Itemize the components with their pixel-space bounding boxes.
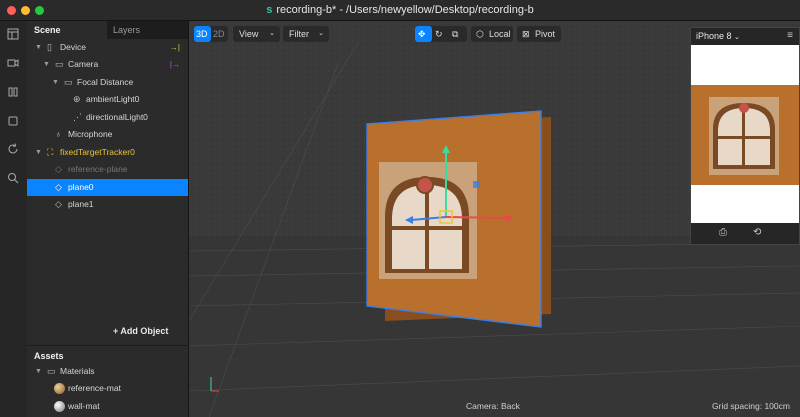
tree-item-microphone[interactable]: ♁ Microphone <box>27 126 188 143</box>
pivot-icon: ⊠ <box>522 29 530 39</box>
asset-label: reference-mat <box>68 383 121 393</box>
tree-item-label: plane0 <box>68 182 94 192</box>
chevron-down-icon: ⌄ <box>269 30 275 37</box>
mode-3d-button[interactable]: 3D <box>194 26 211 42</box>
asset-item-wall-mat[interactable]: wall-mat <box>27 398 188 415</box>
bars-icon[interactable] <box>6 86 20 100</box>
material-thumbnail <box>54 383 65 394</box>
grid-status: Grid spacing: 100cm <box>712 401 790 411</box>
assets-header: Assets <box>27 345 188 364</box>
device-screen <box>691 45 799 223</box>
cube-icon: ⬡ <box>476 29 484 39</box>
window-title: s recording-b* - /Users/newyellow/Desktop… <box>266 4 534 16</box>
preview-header: iPhone 8 ⌄ ≡ <box>691 28 799 45</box>
phone-icon: ▯ <box>47 42 52 52</box>
scene-panel-tabs: Scene Layers <box>27 21 188 39</box>
folder-label: Materials <box>60 366 95 376</box>
chevron-down-icon[interactable]: ▼ <box>35 39 42 56</box>
camera-status: Camera: Back <box>466 401 520 411</box>
move-tool-icon[interactable]: ✥ <box>415 26 432 42</box>
menu-icon[interactable]: ≡ <box>787 30 793 41</box>
assets-title: Assets <box>34 351 64 361</box>
chevron-down-icon[interactable]: ▼ <box>43 56 50 73</box>
tree-item-fixedtargettracker0[interactable]: ▼ ⛶ fixedTargetTracker0 <box>27 144 188 161</box>
transform-tools: ✥ ↻ ⧉ <box>415 26 467 42</box>
focal-icon: ▭ <box>64 77 73 87</box>
tracker-icon: ⛶ <box>47 147 54 157</box>
chevron-down-icon: ⌄ <box>318 30 324 37</box>
square-icon[interactable] <box>6 115 20 129</box>
refresh-icon[interactable] <box>6 143 20 157</box>
dimension-toggle: 3D 2D <box>194 26 228 42</box>
tree-item-focal-distance[interactable]: ▼ ▭ Focal Distance <box>27 74 188 91</box>
tab-scene[interactable]: Scene <box>34 25 61 35</box>
tree-item-label: Camera <box>68 59 99 69</box>
tool-rail <box>0 21 28 417</box>
pivot-label: Pivot <box>535 29 556 39</box>
folder-icon: ▭ <box>47 366 56 376</box>
preview-render <box>691 85 799 185</box>
tree-item-label: directionalLight0 <box>86 112 148 122</box>
chevron-down-icon[interactable]: ▼ <box>35 144 42 161</box>
tab-layers[interactable]: Layers <box>107 21 188 39</box>
camera-link-icon: |→ <box>169 60 180 69</box>
camera-icon: ▭ <box>55 59 64 69</box>
chevron-down-icon[interactable]: ▼ <box>52 74 59 91</box>
device-preview-panel: iPhone 8 ⌄ ≡ ⎙ ⟲ <box>690 27 800 245</box>
plane-icon: ◇ <box>55 164 62 174</box>
asset-item-reference-mat[interactable]: reference-mat <box>27 380 188 397</box>
globe-icon: ⊕ <box>73 94 81 104</box>
plane-icon: ◇ <box>55 199 62 209</box>
asset-label: wall-mat <box>68 401 100 411</box>
pivot-toggle[interactable]: ⊠ Pivot <box>517 26 561 42</box>
filter-dropdown-label: Filter <box>289 29 309 39</box>
tree-item-label: fixedTargetTracker0 <box>60 147 135 157</box>
add-object-button[interactable]: + Add Object <box>113 326 168 336</box>
plane-icon: ◇ <box>55 182 62 192</box>
chevron-down-icon: ⌄ <box>734 34 740 41</box>
tree-item-label: plane1 <box>68 199 94 209</box>
device-dropdown[interactable]: iPhone 8 ⌄ <box>696 31 740 41</box>
tree-item-label: Microphone <box>68 129 113 139</box>
capture-icon[interactable]: ⎙ <box>719 227 727 238</box>
title-bar: s recording-b* - /Users/newyellow/Desktop… <box>0 0 800 21</box>
tree-item-plane1[interactable]: ◇ plane1 <box>27 196 188 213</box>
filter-dropdown[interactable]: Filter ⌄ <box>283 26 329 42</box>
tree-item-label: Focal Distance <box>77 77 134 87</box>
rotate-tool-icon[interactable]: ↻ <box>432 26 449 42</box>
tree-item-reference-plane[interactable]: ◇ reference-plane <box>27 161 188 178</box>
tree-item-device[interactable]: ▼ ▯ Device →| <box>27 39 188 56</box>
layout-icon[interactable] <box>6 28 20 42</box>
mic-icon: ♁ <box>55 129 62 139</box>
tree-item-plane0[interactable]: ◇ plane0 <box>27 179 188 196</box>
scene-panel: Scene Layers ▼ ▯ Device →| ▼ ▭ Camera |→… <box>27 21 189 417</box>
chevron-down-icon[interactable]: ▼ <box>35 363 42 380</box>
material-thumbnail <box>54 401 65 412</box>
mode-2d-button[interactable]: 2D <box>211 26 228 42</box>
view-dropdown[interactable]: View ⌄ <box>233 26 280 42</box>
local-toggle[interactable]: ⬡ Local <box>471 26 513 42</box>
tree-item-label: ambientLight0 <box>86 94 140 104</box>
tree-item-camera[interactable]: ▼ ▭ Camera |→ <box>27 56 188 73</box>
view-dropdown-label: View <box>239 29 259 39</box>
rotate-device-icon[interactable]: ⟲ <box>753 227 761 238</box>
tracker-link-icon: →| <box>169 43 180 52</box>
search-icon[interactable] <box>6 172 20 186</box>
video-icon[interactable] <box>6 57 20 71</box>
tree-item-ambientlight0[interactable]: ⊕ ambientLight0 <box>27 91 188 108</box>
tree-item-label: reference-plane <box>68 164 128 174</box>
tree-item-directionallight0[interactable]: ⋰ directionalLight0 <box>27 109 188 126</box>
scale-tool-icon[interactable]: ⧉ <box>449 26 466 42</box>
device-dropdown-label: iPhone 8 <box>696 31 732 41</box>
light-icon: ⋰ <box>73 112 82 122</box>
assets-folder-materials[interactable]: ▼ ▭ Materials <box>27 363 188 380</box>
local-label: Local <box>489 29 511 39</box>
tree-item-label: Device <box>60 42 86 52</box>
spark-logo-icon: s <box>266 4 273 16</box>
